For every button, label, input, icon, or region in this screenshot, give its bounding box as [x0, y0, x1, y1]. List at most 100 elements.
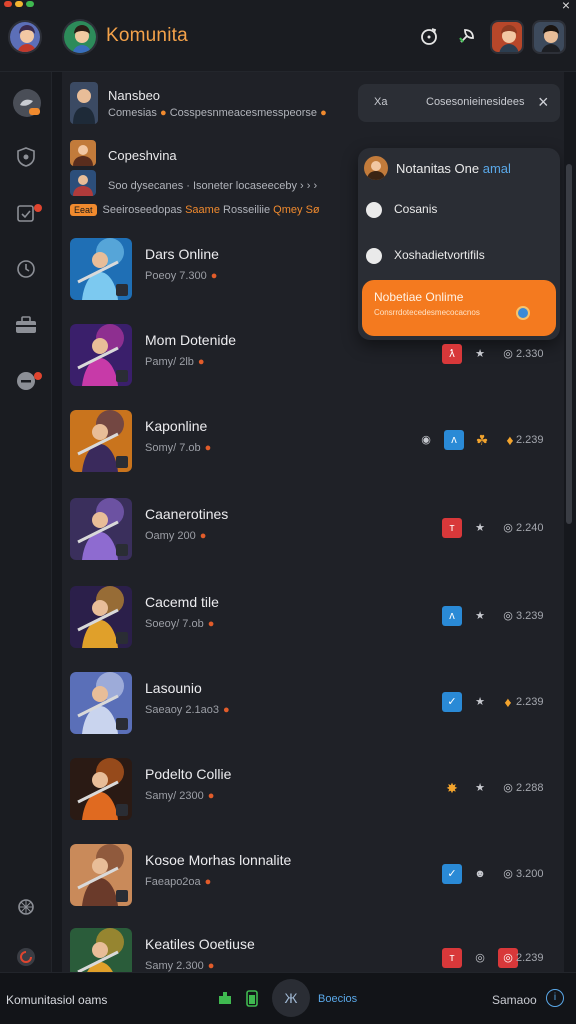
game-thumbnail[interactable] [70, 758, 132, 820]
game-name: Keatiles Ooetiuse [145, 936, 255, 952]
action-red-icon[interactable]: ◎ [498, 948, 518, 968]
game-subtitle: Somy/ 7.ob ● [145, 442, 211, 454]
dropdown-item-1[interactable]: Cosanis [366, 202, 437, 218]
clock-icon[interactable] [12, 258, 40, 286]
action-icon[interactable]: ☻ [470, 864, 490, 884]
shield-icon[interactable] [12, 146, 40, 174]
friend-avatar-1[interactable] [490, 20, 524, 54]
game-row[interactable]: Cacemd tile Soeoy/ 7.ob ● ʌ ★ ◎ 3.239 [62, 584, 564, 670]
action-icon[interactable]: ◉ [416, 430, 436, 450]
header-sub-3: Eeat Seeiroseedopas Saame Rosseiliie Qmey… [70, 204, 320, 216]
dropdown-header: Notanitas One amal [396, 161, 511, 176]
checklist-icon[interactable] [12, 202, 42, 230]
action-icon[interactable]: ◎ [498, 864, 518, 884]
game-count: 2.240 [516, 522, 544, 534]
action-red-icon[interactable]: ᴛ [442, 518, 462, 538]
user-avatar[interactable] [8, 20, 42, 54]
status-dot-icon: ● [204, 442, 212, 454]
leaf-icon[interactable] [456, 26, 478, 48]
scrollbar[interactable] [566, 164, 572, 524]
action-icon[interactable]: ★ [470, 778, 490, 798]
header-row-1[interactable]: Nansbeo Comesias ● Cosspesnmeacesmesspeo… [62, 80, 362, 136]
action-icon[interactable]: ◎ [498, 606, 518, 626]
game-row[interactable]: Kaponline Somy/ 7.ob ● ◉ ʌ ☘ ♦ 2.239 [62, 408, 564, 494]
game-thumbnail[interactable] [70, 410, 132, 472]
game-thumbnail[interactable] [70, 586, 132, 648]
window-controls[interactable] [4, 1, 34, 7]
status-dot-icon: ● [207, 618, 215, 630]
game-row[interactable]: Mom Dotenide Pamy/ 2lb ● ƛ ★ ◎ 2.330 [62, 322, 564, 408]
action-red-icon[interactable]: ƛ [442, 344, 462, 364]
battery-icon[interactable] [246, 989, 258, 1007]
action-icon[interactable]: ★ [470, 344, 490, 364]
toolbox-icon[interactable] [12, 314, 40, 342]
close-search-icon[interactable]: × [538, 92, 549, 113]
close-icon[interactable]: × [562, 0, 570, 13]
header-thumb-2 [70, 140, 96, 166]
game-subtitle-text: Saeaoy 2.1ao3 [145, 704, 220, 716]
sidebar [0, 72, 52, 972]
logout-icon[interactable] [12, 946, 40, 974]
action-icon[interactable]: ★ [470, 518, 490, 538]
bottom-right-label[interactable]: Samaoo [492, 993, 537, 1007]
game-thumbnail[interactable] [70, 324, 132, 386]
status-dot-icon: ● [207, 790, 215, 802]
action-icon[interactable]: ★ [470, 606, 490, 626]
chat-icon[interactable] [12, 370, 42, 398]
game-row[interactable]: Dars Online Poeoy 7.300 ● [62, 236, 564, 322]
game-row[interactable]: Caanerotines Oamy 200 ● ᴛ ★ ◎ 2.240 [62, 496, 564, 582]
game-row[interactable]: Podelto Collie Samy/ 2300 ● ✸ ★ ◎ 2.288 [62, 756, 564, 842]
game-thumbnail[interactable] [70, 672, 132, 734]
action-blue-icon[interactable]: ʌ [442, 606, 462, 626]
action-icon[interactable]: ◎ [498, 518, 518, 538]
search-input[interactable]: Cosesonieinesidees [426, 96, 524, 108]
puzzle-icon[interactable] [216, 989, 234, 1007]
game-count: 2.330 [516, 348, 544, 360]
friend-avatar-2[interactable] [532, 20, 566, 54]
action-icon[interactable]: ◎ [470, 948, 490, 968]
action-icon[interactable]: ◎ [498, 344, 518, 364]
action-blue-icon[interactable]: ✓ [442, 864, 462, 884]
game-subtitle-text: Poeoy 7.300 [145, 270, 207, 282]
game-count: 2.288 [516, 782, 544, 794]
action-icon[interactable]: ◎ [498, 778, 518, 798]
game-subtitle-text: Somy/ 7.ob [145, 442, 201, 454]
game-thumbnail[interactable] [70, 498, 132, 560]
game-row[interactable]: Keatiles Ooetiuse Samy 2.300 ● ᴛ ◎ ◎ 2.239 [62, 926, 564, 972]
game-name: Lasounio [145, 680, 202, 696]
avatar-icon[interactable] [12, 88, 41, 117]
community-avatar[interactable] [62, 19, 98, 55]
game-thumbnail[interactable] [70, 238, 132, 300]
game-count: 3.200 [516, 868, 544, 880]
action-icon[interactable]: ★ [470, 692, 490, 712]
action-icon[interactable]: ✸ [442, 778, 462, 798]
game-subtitle: Samy 2.300 ● [145, 960, 214, 972]
bottom-title: Komunitasiol oams [6, 993, 108, 1007]
info-icon[interactable]: i [546, 989, 564, 1007]
game-row[interactable]: Lasounio Saeaoy 2.1ao3 ● ✓ ★ ♦ 2.239 [62, 670, 564, 756]
header-row-2[interactable]: Copeshvina Soo dysecanes · Isoneter loca… [62, 138, 362, 228]
header-sub-2: Soo dysecanes · Isoneter locaseeceby › ›… [108, 180, 318, 192]
action-blue-icon[interactable]: ʌ [444, 430, 464, 450]
action-icon[interactable]: ♦ [498, 692, 518, 712]
search-bar[interactable]: Xa Cosesonieinesidees × [358, 84, 560, 122]
game-thumbnail[interactable] [70, 928, 132, 972]
settings-icon[interactable] [12, 896, 40, 924]
game-subtitle: Poeoy 7.300 ● [145, 270, 217, 282]
game-name: Podelto Collie [145, 766, 232, 782]
game-row[interactable]: Kosoe Morhas lonnalite Faeapo2oa ● ✓ ☻ ◎ 3.200 [62, 842, 564, 928]
action-red-icon[interactable]: ᴛ [442, 948, 462, 968]
game-count: 2.239 [516, 696, 544, 708]
bottom-bar: Komunitasiol oams Ж Boecios Samaoo i [0, 972, 576, 1024]
game-subtitle-text: Oamy 200 [145, 530, 196, 542]
game-subtitle-text: Pamy/ 2lb [145, 356, 194, 368]
bottom-link[interactable]: Boecios [318, 993, 357, 1005]
app-title: Komunita [106, 25, 188, 46]
action-icon[interactable]: ☘ [472, 430, 492, 450]
header-title-2: Copeshvina [108, 148, 177, 163]
refresh-icon[interactable] [418, 26, 440, 48]
home-button[interactable]: Ж [272, 979, 310, 1017]
action-blue-icon[interactable]: ✓ [442, 692, 462, 712]
game-thumbnail[interactable] [70, 844, 132, 906]
game-count: 2.239 [516, 434, 544, 446]
